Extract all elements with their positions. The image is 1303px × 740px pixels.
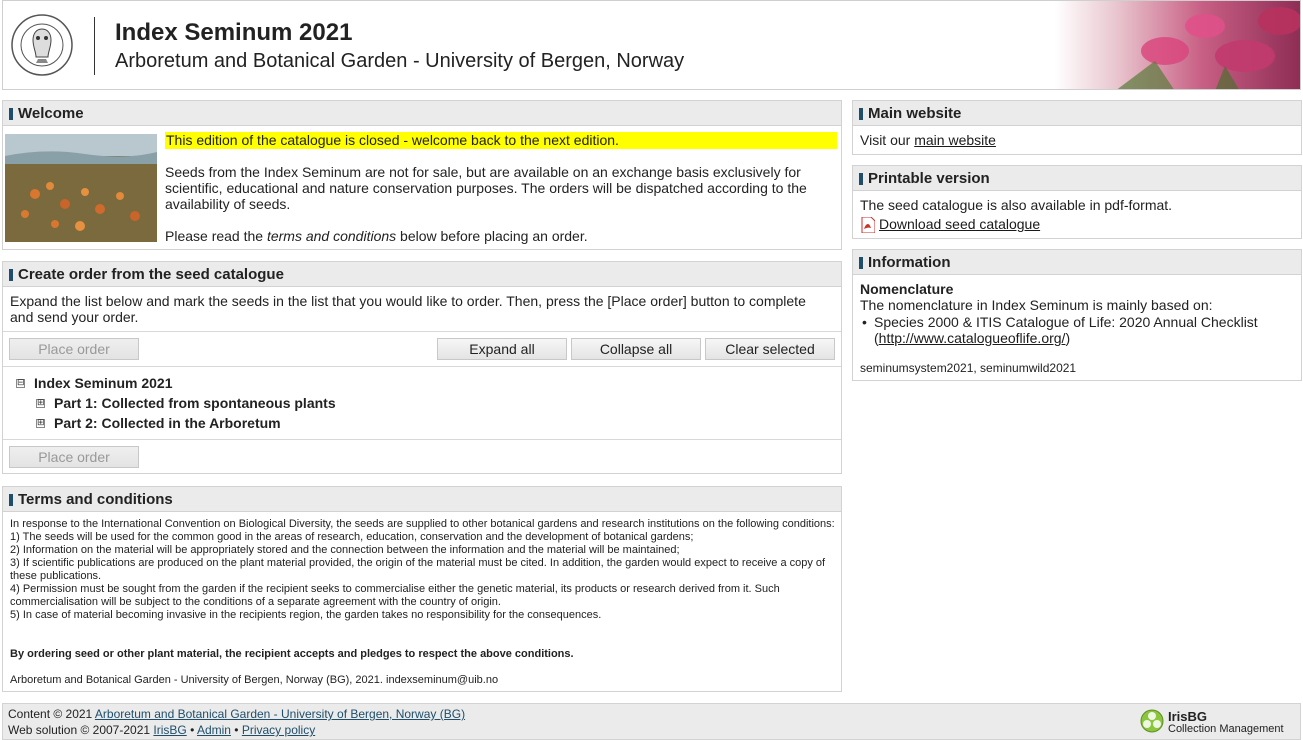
terms-item: 5) In case of material becoming invasive… [10, 609, 602, 621]
printable-heading: Printable version [853, 166, 1301, 191]
printable-text: The seed catalogue is also available in … [860, 197, 1173, 213]
header-flower-photo [1055, 1, 1300, 89]
catalogue-of-life-link[interactable]: http://www.catalogueoflife.org/ [879, 330, 1066, 346]
terms-contact: Arboretum and Botanical Garden - Univers… [10, 674, 499, 686]
nomenclature-text: The nomenclature in Index Seminum is mai… [860, 297, 1213, 313]
closed-notice: This edition of the catalogue is closed … [165, 132, 837, 149]
terms-heading: Terms and conditions [3, 487, 841, 512]
terms-item: 3) If scientific publications are produc… [10, 557, 826, 582]
tree-item-part2[interactable]: Part 2: Collected in the Arboretum [54, 415, 281, 431]
expand-toggle-icon[interactable]: ⊞ [36, 419, 45, 428]
site-header: Index Seminum 2021 Arboretum and Botanic… [2, 0, 1301, 90]
information-heading: Information [853, 250, 1301, 275]
footer-separator: • [186, 723, 197, 737]
pdf-icon [861, 217, 875, 233]
welcome-heading: Welcome [3, 101, 841, 126]
terms-reminder-suffix: below before placing an order. [396, 228, 588, 244]
header-divider [94, 17, 95, 75]
systems-list: seminumsystem2021, seminumwild2021 [860, 361, 1077, 375]
terms-acceptance: By ordering seed or other plant material… [10, 648, 574, 660]
nomenclature-list: • Species 2000 & ITIS Catalogue of Life:… [860, 314, 1300, 346]
collapse-toggle-icon[interactable]: ⊟ [16, 379, 25, 388]
welcome-photo [5, 134, 157, 242]
printable-panel: Printable version The seed catalogue is … [852, 165, 1302, 239]
page-title: Index Seminum 2021 [115, 19, 353, 46]
footer-irisbg-link[interactable]: IrisBG [153, 723, 186, 737]
page-footer: Content © 2021 Arboretum and Botanical G… [2, 703, 1301, 740]
main-website-heading: Main website [853, 101, 1301, 126]
list-item-close: ) [1065, 330, 1071, 346]
download-catalogue-link[interactable]: Download seed catalogue [879, 216, 1040, 232]
main-website-text: Visit our main website [860, 132, 996, 148]
divider [3, 331, 841, 332]
terms-item: 1) The seeds will be used for the common… [10, 531, 694, 543]
divider [3, 439, 841, 440]
page-subtitle: Arboretum and Botanical Garden - Univers… [115, 50, 685, 72]
main-website-panel: Main website Visit our main website [852, 100, 1302, 155]
welcome-description: Seeds from the Index Seminum are not for… [165, 164, 807, 212]
divider [3, 366, 841, 367]
footer-content-prefix: Content © 2021 [8, 707, 95, 721]
footer-separator: • [230, 723, 242, 737]
terms-body: In response to the International Convent… [10, 518, 838, 622]
terms-reminder-emphasis: terms and conditions [266, 228, 397, 244]
footer-admin-link[interactable]: Admin [197, 723, 231, 737]
footer-content-line: Content © 2021 Arboretum and Botanical G… [8, 707, 465, 721]
order-instructions: Expand the list below and mark the seeds… [10, 293, 806, 325]
footer-garden-link[interactable]: Arboretum and Botanical Garden - Univers… [95, 707, 465, 721]
terms-intro: In response to the International Convent… [10, 518, 835, 530]
order-panel: Create order from the seed catalogue Exp… [2, 261, 842, 474]
place-order-button-bottom[interactable]: Place order [9, 446, 139, 468]
irisbg-name: IrisBG [1168, 709, 1208, 724]
collapse-all-button[interactable]: Collapse all [571, 338, 701, 360]
terms-item: 4) Permission must be sought from the ga… [10, 583, 780, 608]
main-website-link[interactable]: main website [914, 132, 996, 148]
list-item: Species 2000 & ITIS Catalogue of Life: 2… [874, 314, 1300, 346]
tree-root-label[interactable]: Index Seminum 2021 [34, 375, 173, 391]
order-heading: Create order from the seed catalogue [3, 262, 841, 287]
terms-panel: Terms and conditions In response to the … [2, 486, 842, 692]
footer-privacy-link[interactable]: Privacy policy [242, 723, 315, 737]
place-order-button-top[interactable]: Place order [9, 338, 139, 360]
clear-selected-button[interactable]: Clear selected [705, 338, 835, 360]
nomenclature-heading: Nomenclature [860, 281, 954, 297]
terms-item: 2) Information on the material will be a… [10, 544, 680, 556]
information-panel: Information Nomenclature The nomenclatur… [852, 249, 1302, 381]
irisbg-brand[interactable]: IrisBG Collection Management [1140, 708, 1290, 738]
tree-item-part1[interactable]: Part 1: Collected from spontaneous plant… [54, 395, 336, 411]
expand-all-button[interactable]: Expand all [437, 338, 567, 360]
main-website-prefix: Visit our [860, 132, 915, 148]
bullet-icon: • [862, 314, 867, 330]
footer-web-line: Web solution © 2007-2021 IrisBG • Admin … [8, 723, 315, 737]
welcome-panel: Welcome This edition of the catalogue is… [2, 100, 842, 250]
irisbg-tagline: Collection Management [1168, 723, 1284, 735]
irisbg-logo-icon [1140, 709, 1164, 733]
terms-reminder-prefix: Please read the [165, 228, 267, 244]
footer-web-prefix: Web solution © 2007-2021 [8, 723, 154, 737]
expand-toggle-icon[interactable]: ⊞ [36, 399, 45, 408]
terms-reminder: Please read the terms and conditions bel… [165, 228, 588, 244]
university-seal-logo [11, 14, 73, 76]
